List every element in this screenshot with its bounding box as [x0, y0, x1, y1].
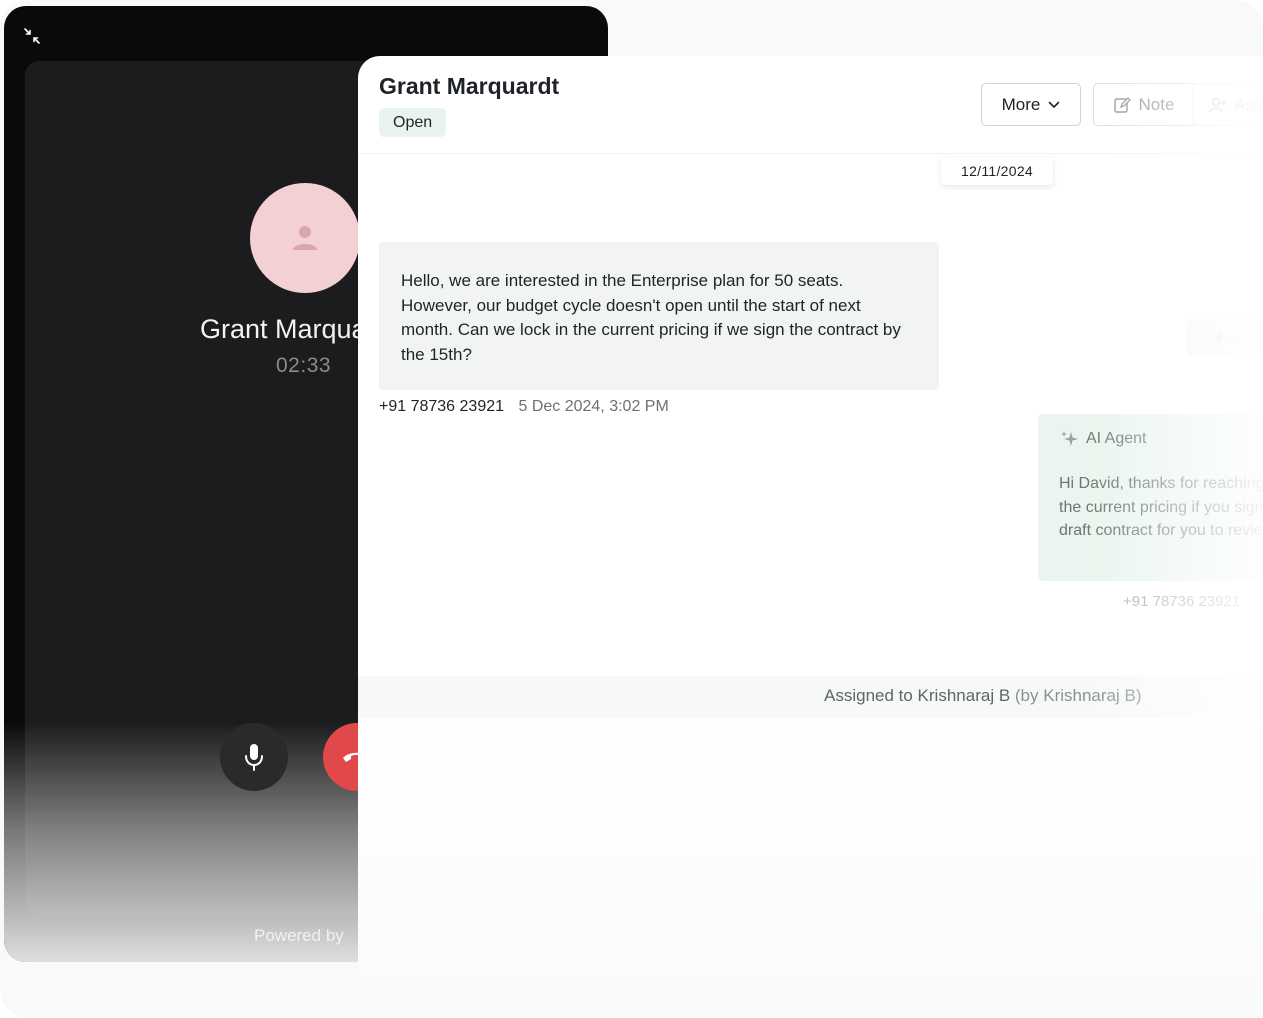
app-stage: Grant Marquardt 02:33 Powered by Grant M… — [0, 0, 1263, 1018]
incoming-message-meta: +91 78736 23921 5 Dec 2024, 3:02 PM — [379, 398, 669, 416]
mute-button[interactable] — [220, 723, 288, 791]
user-plus-icon — [1209, 97, 1227, 112]
assignment-target: Assigned to Krishnaraj B — [824, 686, 1011, 705]
ai-suggestion-chip[interactable]: A — [1187, 319, 1263, 356]
date-separator: 12/11/2024 — [941, 157, 1053, 185]
assign-button-label: Assign — [1234, 94, 1263, 114]
sparkle-icon — [1061, 431, 1078, 446]
powered-by-label: Powered by — [254, 926, 344, 945]
microphone-icon — [245, 744, 263, 771]
more-button[interactable]: More — [981, 83, 1081, 126]
message-timestamp: 5 Dec 2024, 3:02 PM — [518, 398, 669, 415]
conversation-panel: Grant Marquardt Open More Note Ass 12/11… — [358, 56, 1263, 1018]
user-icon — [293, 226, 317, 250]
ai-reply-header: AI Agent — [1060, 430, 1147, 448]
assign-button[interactable]: Assign — [1193, 83, 1263, 126]
more-button-label: More — [1001, 94, 1041, 114]
contact-name: Grant Marquardt — [379, 73, 560, 99]
conversation-header: Grant Marquardt Open More Note Ass — [358, 56, 1263, 154]
sparkle-icon — [1212, 330, 1226, 345]
incoming-message: Hello, we are interested in the Enterpri… — [379, 242, 939, 390]
caller-avatar — [250, 183, 360, 293]
status-badge: Open — [379, 108, 447, 137]
assignment-by: (by Krishnaraj B) — [1014, 686, 1142, 705]
ai-reply-message: AI Agent Hi David, thanks for reaching o… — [1038, 414, 1263, 581]
ai-reply-text: Hi David, thanks for reaching out. We ca… — [1059, 475, 1263, 539]
chevron-down-icon — [1049, 101, 1060, 108]
minimize-button[interactable] — [22, 26, 42, 46]
edit-note-icon — [1113, 96, 1131, 113]
assignment-text: Assigned to Krishnaraj B (by Krishnaraj … — [824, 686, 1142, 706]
assignment-event: Assigned to Krishnaraj B (by Krishnaraj … — [358, 676, 1263, 718]
call-timer: 02:33 — [276, 354, 332, 377]
minimize-icon — [24, 28, 40, 44]
note-button-label: Note — [1138, 94, 1175, 114]
ai-sender-name: AI Agent — [1086, 430, 1147, 447]
note-button[interactable]: Note — [1093, 83, 1193, 126]
ai-suggestion-chip-label: A — [1235, 329, 1246, 346]
ai-reply-phone: +91 78736 23921 — [1123, 593, 1241, 610]
sender-phone: +91 78736 23921 — [379, 398, 505, 415]
